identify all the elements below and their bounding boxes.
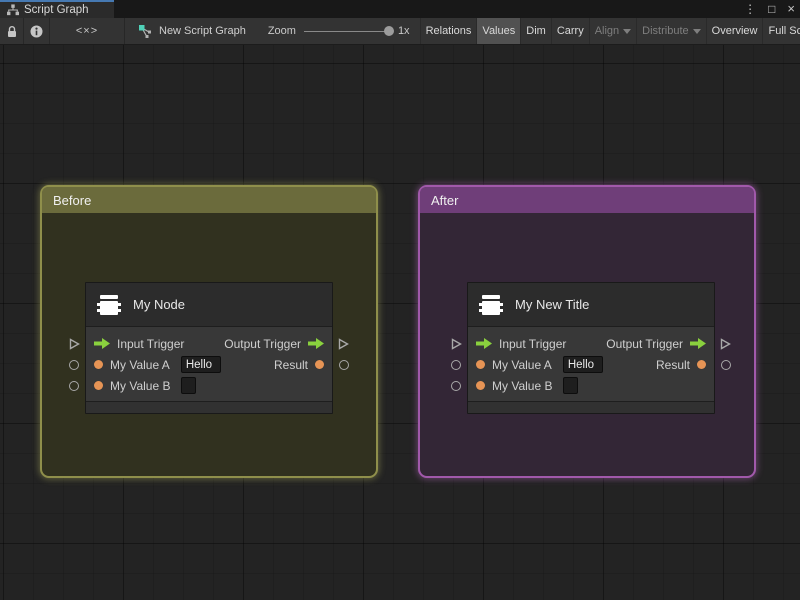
chevron-down-icon [623, 29, 632, 34]
group-before-header[interactable]: Before [42, 187, 376, 213]
value-a-input[interactable] [180, 356, 221, 373]
button-label: Full Screen [768, 25, 800, 37]
port-label: Input Trigger [499, 336, 567, 351]
value-a-input[interactable] [562, 356, 603, 373]
result-port-icon[interactable] [697, 360, 706, 369]
node-title: My Node [133, 297, 186, 312]
button-label: Relations [425, 25, 472, 37]
node-my-new-title[interactable]: My New Title Input Trigger Output Trigge… [451, 282, 731, 414]
button-label: Overview [711, 25, 758, 37]
button-label: Distribute [642, 25, 689, 37]
group-title: Before [53, 192, 92, 208]
button-label: Dim [526, 25, 546, 37]
info-icon [30, 25, 43, 38]
unit-icon [478, 292, 504, 318]
tab-script-graph[interactable]: Script Graph [0, 0, 114, 18]
graph-value-port[interactable] [69, 381, 79, 391]
graph-name-label: New Script Graph [159, 25, 246, 37]
more-menu-icon[interactable]: ⋮ [744, 0, 756, 18]
zoom-control: Zoom 1x [260, 18, 420, 44]
toolbar-button-fullscreen[interactable]: Full Screen [762, 18, 800, 44]
input-trigger-port[interactable] [476, 338, 492, 349]
group-title: After [431, 192, 459, 208]
graph-input-trigger-port[interactable] [69, 338, 80, 350]
toolbar-button-overview[interactable]: Overview [705, 18, 763, 44]
graph-asset-icon [138, 24, 152, 38]
graph-value-port[interactable] [721, 360, 731, 370]
zoom-slider[interactable] [303, 26, 394, 36]
zoom-slider-handle[interactable] [383, 26, 394, 36]
port-label: My Value B [492, 378, 553, 393]
close-icon[interactable]: × [787, 0, 795, 18]
value-port-icon[interactable] [94, 360, 103, 369]
value-port-icon[interactable] [476, 360, 485, 369]
port-label: Output Trigger [606, 336, 683, 351]
toolbar-button-dim[interactable]: Dim [520, 18, 551, 44]
output-trigger-port[interactable] [308, 338, 324, 349]
tab-title: Script Graph [24, 4, 89, 16]
maximize-icon[interactable]: □ [768, 0, 775, 18]
window-controls: ⋮ □ × [744, 0, 795, 18]
result-port-icon[interactable] [315, 360, 324, 369]
unit-icon [96, 292, 122, 318]
button-label: Values [482, 25, 516, 37]
port-label: Input Trigger [117, 336, 185, 351]
graph-value-port[interactable] [69, 360, 79, 370]
toolbar-button-align[interactable]: Align [588, 18, 636, 44]
node-title: My New Title [515, 297, 590, 312]
port-label: My Value A [110, 357, 170, 372]
node-body: Input Trigger Output Trigger My Value A … [468, 327, 714, 401]
group-after-header[interactable]: After [420, 187, 754, 213]
lock-button[interactable] [0, 18, 23, 44]
port-label: Result [273, 357, 308, 372]
chevron-down-icon [692, 29, 701, 34]
port-label: My Value A [492, 357, 552, 372]
toolbar-button-carry[interactable]: Carry [550, 18, 589, 44]
port-row-value-b: My Value B [86, 375, 332, 396]
graph-output-trigger-port[interactable] [338, 338, 349, 350]
graph-input-trigger-port[interactable] [451, 338, 462, 350]
info-button[interactable] [24, 18, 49, 44]
graph-value-port[interactable] [451, 381, 461, 391]
port-label: Result [655, 357, 690, 372]
port-row-value-b: My Value B [468, 375, 714, 396]
port-label: My Value B [110, 378, 171, 393]
node-header[interactable]: My Node [86, 283, 332, 327]
value-port-icon[interactable] [476, 381, 485, 390]
port-row-value-a: My Value A Result [468, 354, 714, 375]
port-row-value-a: My Value A Result [86, 354, 332, 375]
port-row-trigger: Input Trigger Output Trigger [468, 333, 714, 354]
graph-value-port[interactable] [451, 360, 461, 370]
script-graph-icon [7, 4, 19, 16]
port-label: Output Trigger [224, 336, 301, 351]
code-view-button[interactable]: <×> [50, 18, 124, 44]
button-label: Align [594, 25, 620, 37]
value-b-input[interactable] [181, 377, 197, 394]
toolbar-button-distribute[interactable]: Distribute [636, 18, 705, 44]
tab-bar: Script Graph ⋮ □ × [0, 0, 800, 18]
graph-name-section[interactable]: New Script Graph [125, 18, 260, 44]
node-my-node[interactable]: My Node Input Trigger Output Trigger My … [69, 282, 349, 414]
graph-toolbar: <×> New Script Graph Zoom 1x Relations V… [0, 18, 800, 45]
input-trigger-port[interactable] [94, 338, 110, 349]
lock-icon [6, 25, 18, 38]
graph-value-port[interactable] [339, 360, 349, 370]
zoom-level-value: 1x [397, 25, 410, 37]
node-header[interactable]: My New Title [468, 283, 714, 327]
port-row-trigger: Input Trigger Output Trigger [86, 333, 332, 354]
zoom-label: Zoom [267, 25, 296, 37]
node-body: Input Trigger Output Trigger My Value A … [86, 327, 332, 401]
graph-canvas[interactable]: Before After My Node Input Trigger Outpu… [0, 45, 800, 600]
code-icon: <×> [75, 25, 99, 37]
node-footer [86, 401, 332, 413]
button-label: Carry [556, 25, 584, 37]
toolbar-button-relations[interactable]: Relations [419, 18, 477, 44]
node-footer [468, 401, 714, 413]
value-port-icon[interactable] [94, 381, 103, 390]
graph-output-trigger-port[interactable] [720, 338, 731, 350]
value-b-input[interactable] [563, 377, 579, 394]
toolbar-button-values[interactable]: Values [476, 18, 521, 44]
output-trigger-port[interactable] [690, 338, 706, 349]
